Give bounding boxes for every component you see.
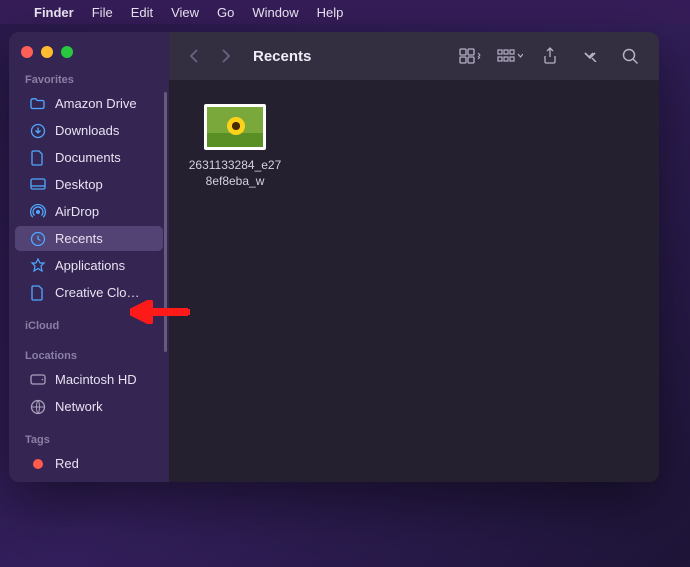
menu-help[interactable]: Help (317, 5, 344, 20)
file-item[interactable]: 2631133284_e27 8ef8eba_w (187, 104, 283, 189)
section-locations: Locations (9, 344, 169, 366)
folder-icon (29, 95, 46, 112)
hdd-icon (29, 371, 46, 388)
group-by-button[interactable] (497, 45, 523, 67)
sidebar-item-creative-cloud[interactable]: Creative Clo… (15, 280, 163, 305)
share-button[interactable] (537, 45, 563, 67)
sidebar-item-tag-red[interactable]: Red (15, 451, 163, 476)
sidebar-item-label: Desktop (55, 177, 103, 193)
view-icons-button[interactable] (457, 45, 483, 67)
sidebar-item-label: Amazon Drive (55, 96, 137, 112)
sidebar-item-desktop[interactable]: Desktop (15, 172, 163, 197)
back-button[interactable] (185, 46, 203, 66)
sidebar-item-documents[interactable]: Documents (15, 145, 163, 170)
sidebar-scrollbar[interactable] (164, 92, 167, 352)
window-controls (9, 42, 169, 68)
sidebar-item-label: Documents (55, 150, 121, 166)
sidebar-item-network[interactable]: Network (15, 394, 163, 419)
window-title: Recents (253, 48, 443, 65)
menubar: Finder File Edit View Go Window Help (0, 0, 690, 24)
menu-go[interactable]: Go (217, 5, 234, 20)
content-area[interactable]: 2631133284_e27 8ef8eba_w (169, 80, 659, 482)
menu-file[interactable]: File (92, 5, 113, 20)
finder-window: Favorites Amazon Drive Downloads Documen… (9, 32, 659, 482)
menubar-appname[interactable]: Finder (34, 5, 74, 20)
section-tags: Tags (9, 428, 169, 450)
search-button[interactable] (617, 45, 643, 67)
desktop-icon (29, 176, 46, 193)
clock-icon (29, 230, 46, 247)
sidebar-item-recents[interactable]: Recents (15, 226, 163, 251)
doc-icon (29, 149, 46, 166)
sidebar-item-label: Recents (55, 231, 103, 247)
toolbar: Recents (169, 32, 659, 80)
close-button[interactable] (21, 46, 33, 58)
main-area: Recents 2631133284_e27 8ef8eba_w (169, 32, 659, 482)
forward-button[interactable] (217, 46, 235, 66)
sidebar-item-macintosh-hd[interactable]: Macintosh HD (15, 367, 163, 392)
menu-view[interactable]: View (171, 5, 199, 20)
applications-icon (29, 257, 46, 274)
sidebar-item-downloads[interactable]: Downloads (15, 118, 163, 143)
section-icloud: iCloud (9, 314, 169, 336)
sidebar: Favorites Amazon Drive Downloads Documen… (9, 32, 169, 482)
file-icon (29, 284, 46, 301)
airdrop-icon (29, 203, 46, 220)
section-favorites: Favorites (9, 68, 169, 90)
menu-window[interactable]: Window (252, 5, 298, 20)
sidebar-item-label: Red (55, 456, 79, 472)
file-thumbnail (204, 104, 266, 150)
minimize-button[interactable] (41, 46, 53, 58)
sidebar-item-label: Downloads (55, 123, 119, 139)
menu-edit[interactable]: Edit (131, 5, 153, 20)
globe-icon (29, 398, 46, 415)
dot-red-icon (29, 455, 46, 472)
sidebar-item-applications[interactable]: Applications (15, 253, 163, 278)
download-icon (29, 122, 46, 139)
sidebar-item-label: Network (55, 399, 103, 415)
sidebar-item-amazon-drive[interactable]: Amazon Drive (15, 91, 163, 116)
maximize-button[interactable] (61, 46, 73, 58)
sidebar-item-label: Applications (55, 258, 125, 274)
sidebar-item-label: AirDrop (55, 204, 99, 220)
sidebar-item-label: Macintosh HD (55, 372, 137, 388)
overflow-button[interactable] (577, 45, 603, 67)
sidebar-item-label: Creative Clo… (55, 285, 140, 301)
file-name: 2631133284_e27 8ef8eba_w (187, 158, 283, 189)
sidebar-item-airdrop[interactable]: AirDrop (15, 199, 163, 224)
